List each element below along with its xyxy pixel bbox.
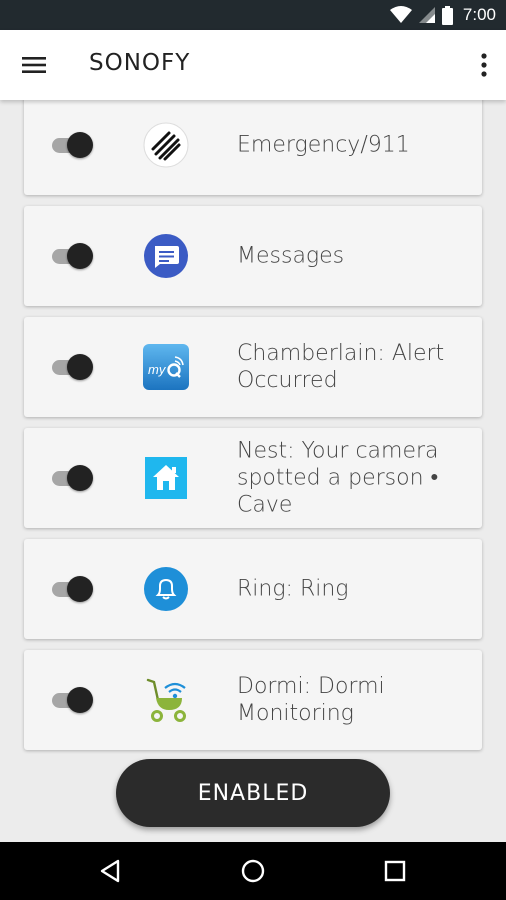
status-icons: 7:00 <box>389 5 496 25</box>
toggle-switch[interactable] <box>52 132 93 158</box>
messages-icon <box>144 234 188 278</box>
notification-card[interactable]: Emergency/911 <box>24 100 482 195</box>
status-bar: 7:00 <box>0 0 506 30</box>
wifi-icon <box>389 6 412 23</box>
recents-icon[interactable] <box>380 856 410 886</box>
myq-icon: my <box>143 344 189 390</box>
nest-home-icon <box>145 457 187 499</box>
notification-label: Emergency/911 <box>237 132 410 158</box>
toggle-switch[interactable] <box>52 354 93 380</box>
notification-label: Chamberlain: Alert Occurred <box>237 341 445 393</box>
home-icon[interactable] <box>238 856 268 886</box>
ring-bell-icon <box>144 567 188 611</box>
toggle-switch[interactable] <box>52 687 93 713</box>
notification-card[interactable]: Ring: Ring <box>24 539 482 639</box>
notification-card[interactable]: Dormi: Dormi Monitoring <box>24 650 482 750</box>
dormi-stroller-icon <box>146 678 186 722</box>
toggle-thumb <box>67 354 93 380</box>
battery-icon <box>441 5 453 25</box>
notification-label: Nest: Your camera spotted a person • Cav… <box>237 438 439 518</box>
notification-label: Ring: Ring <box>237 576 349 602</box>
emergency-icon <box>143 122 189 168</box>
navigation-bar <box>0 842 506 900</box>
toggle-switch[interactable] <box>52 243 93 269</box>
back-icon[interactable] <box>96 856 126 886</box>
toggle-thumb <box>67 243 93 269</box>
toggle-switch[interactable] <box>52 576 93 602</box>
app-bar: SONOFY <box>0 30 506 100</box>
notification-label: Dormi: Dormi Monitoring <box>237 674 385 726</box>
status-time: 7:00 <box>462 5 496 24</box>
menu-icon[interactable] <box>20 52 48 78</box>
app-title: SONOFY <box>89 50 191 76</box>
notification-list[interactable]: Emergency/911 Messages my Chamberlain: A… <box>0 100 506 842</box>
toggle-switch[interactable] <box>52 465 93 491</box>
toggle-thumb <box>67 576 93 602</box>
svg-text:my: my <box>148 362 167 377</box>
toggle-thumb <box>67 132 93 158</box>
toggle-thumb <box>67 465 93 491</box>
toggle-thumb <box>67 687 93 713</box>
notification-card[interactable]: Messages <box>24 206 482 306</box>
notification-card[interactable]: my Chamberlain: Alert Occurred <box>24 317 482 417</box>
overflow-icon[interactable] <box>478 50 490 80</box>
cell-signal-icon <box>418 7 435 23</box>
notification-label: Messages <box>237 243 345 269</box>
notification-card[interactable]: Nest: Your camera spotted a person • Cav… <box>24 428 482 528</box>
enabled-button[interactable]: ENABLED <box>116 759 390 827</box>
